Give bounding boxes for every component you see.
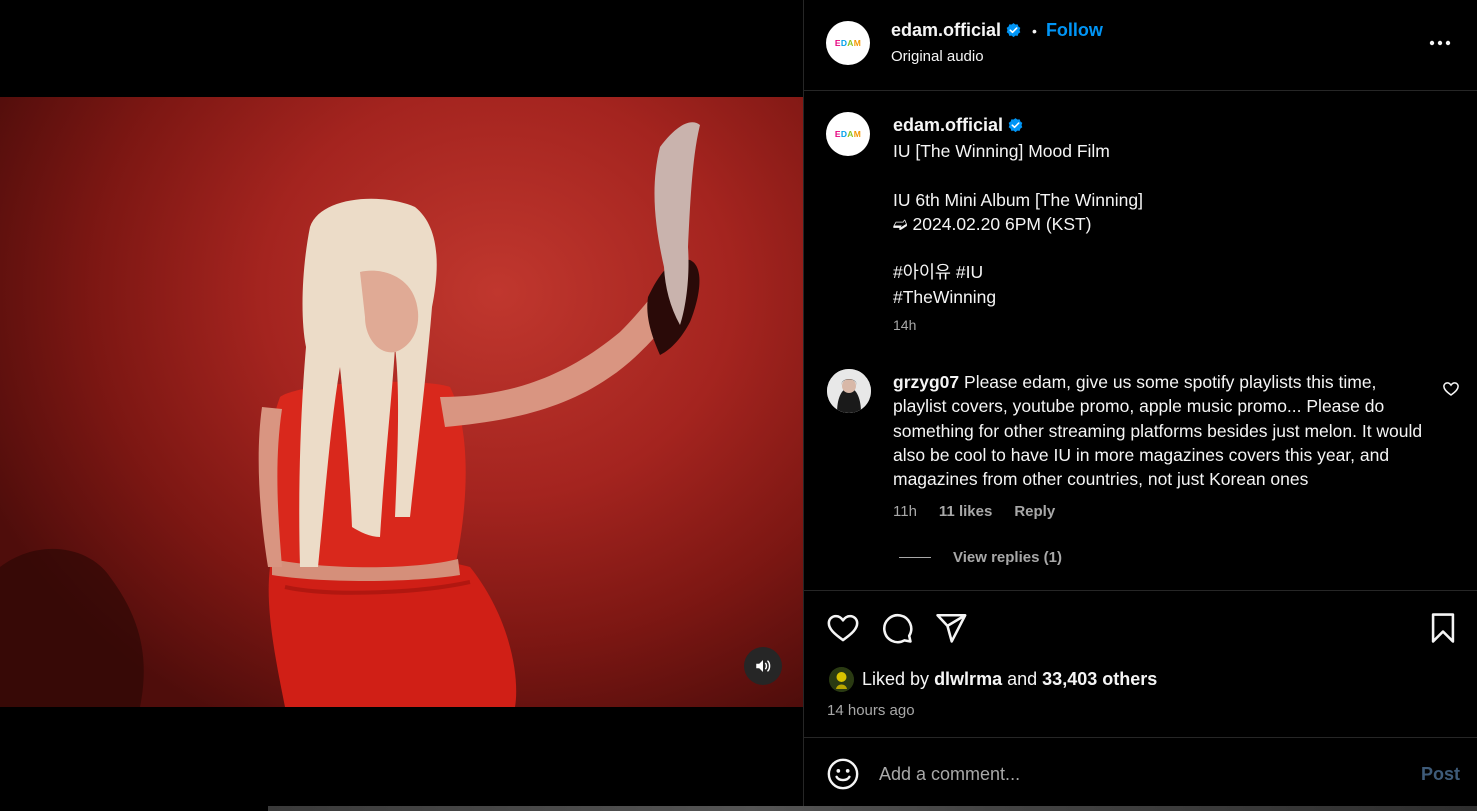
- comment-input[interactable]: [879, 760, 1379, 788]
- more-options-icon[interactable]: [1424, 34, 1456, 52]
- emoji-icon[interactable]: [826, 757, 860, 791]
- post-comment-button[interactable]: Post: [1421, 764, 1460, 785]
- post-details-pane: EDAM edam.official • Follow Original aud…: [803, 0, 1477, 811]
- like-heart-icon[interactable]: [826, 611, 860, 645]
- speaker-icon: [756, 660, 771, 672]
- share-send-icon[interactable]: [934, 611, 968, 645]
- media-pane: [0, 0, 803, 811]
- likes-count[interactable]: 33,403 others: [1042, 669, 1157, 690]
- commenter-avatar[interactable]: [827, 369, 871, 413]
- comment-like-heart-icon[interactable]: [1442, 380, 1460, 398]
- verified-badge-icon: [1006, 23, 1021, 38]
- comment-text: Please edam, give us some spotify playli…: [893, 372, 1423, 490]
- instagram-post-view: EDAM edam.official • Follow Original aud…: [0, 0, 1477, 811]
- audio-link[interactable]: Original audio: [891, 48, 984, 65]
- avatar-letter: M: [853, 129, 862, 139]
- caption-timestamp[interactable]: 14h: [893, 317, 916, 333]
- commenter-avatar-image: [827, 369, 871, 413]
- avatar-letter: M: [853, 38, 862, 48]
- author-line: edam.official • Follow: [891, 20, 1103, 41]
- author-avatar[interactable]: EDAM: [826, 21, 870, 65]
- comment-meta: 11h 11 likes Reply: [893, 503, 1055, 520]
- liked-by-user[interactable]: dlwlrma: [934, 669, 1002, 690]
- video-frame: [0, 122, 700, 707]
- liker-avatar[interactable]: [829, 667, 854, 692]
- liked-by-line: Liked by dlwlrma and 33,403 others: [829, 667, 1157, 692]
- liked-by-and: and: [1007, 669, 1038, 689]
- view-replies-button[interactable]: View replies (1): [899, 549, 1062, 566]
- comment-likes-count[interactable]: 11 likes: [939, 503, 992, 520]
- author-username[interactable]: edam.official: [891, 20, 1001, 41]
- save-bookmark-icon[interactable]: [1426, 611, 1460, 645]
- commenter-username[interactable]: grzyg07: [893, 372, 959, 392]
- separator-dot: •: [1032, 22, 1037, 39]
- mute-toggle-button[interactable]: [744, 647, 782, 685]
- comment-body: grzyg07 Please edam, give us some spotif…: [893, 370, 1433, 491]
- caption-author-avatar[interactable]: EDAM: [826, 112, 870, 156]
- view-replies-label: View replies (1): [953, 549, 1062, 566]
- comment-reply-button[interactable]: Reply: [1014, 503, 1055, 520]
- liked-by-prefix: Liked by: [862, 669, 930, 689]
- post-actions: Liked by dlwlrma and 33,403 others 14 ho…: [804, 590, 1477, 736]
- caption-author-line: edam.official: [893, 115, 1024, 136]
- liker-avatar-image: [829, 667, 854, 692]
- comment-bubble-icon[interactable]: [880, 611, 914, 645]
- post-timestamp[interactable]: 14 hours ago: [827, 702, 915, 719]
- comment-composer: Post: [804, 737, 1477, 811]
- video-player[interactable]: [0, 97, 803, 707]
- comment-timestamp[interactable]: 11h: [893, 503, 917, 520]
- replies-divider-line: [899, 557, 931, 558]
- post-header: EDAM edam.official • Follow Original aud…: [804, 0, 1477, 91]
- verified-badge-icon: [1008, 118, 1023, 133]
- background-strip: [268, 806, 1477, 811]
- caption-author-username[interactable]: edam.official: [893, 115, 1003, 136]
- follow-button[interactable]: Follow: [1046, 20, 1103, 41]
- caption-text: IU [The Winning] Mood Film IU 6th Mini A…: [893, 141, 1143, 307]
